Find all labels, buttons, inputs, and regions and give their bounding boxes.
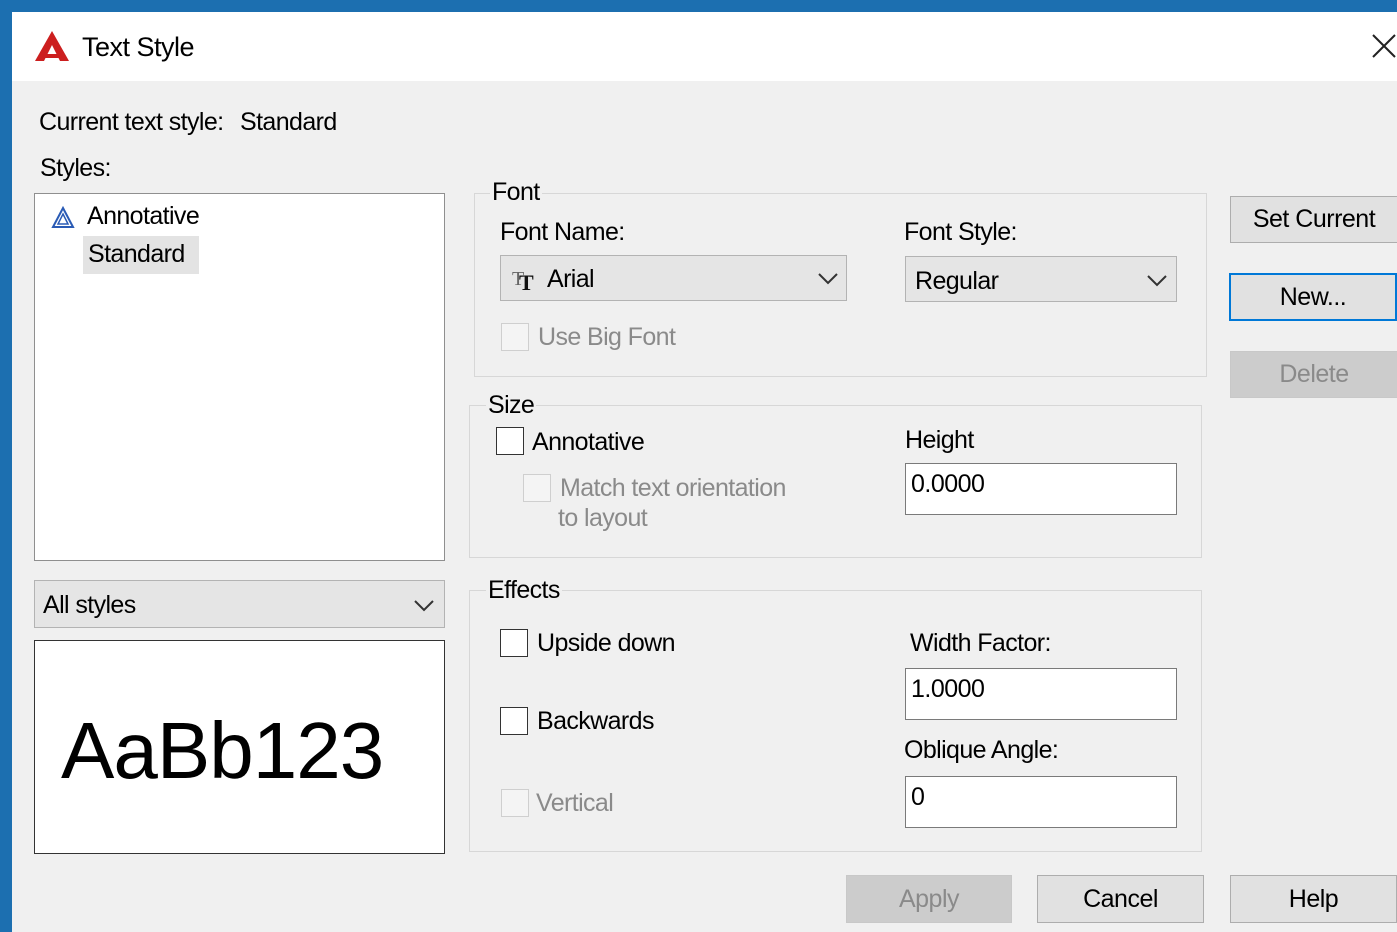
height-input[interactable]: 0.0000 (905, 463, 1177, 515)
apply-button[interactable]: Apply (846, 875, 1012, 923)
window-title: Text Style (82, 32, 195, 62)
match-orientation-checkbox[interactable] (523, 474, 551, 502)
size-group-legend: Size (486, 391, 537, 420)
oblique-angle-label: Oblique Angle: (904, 736, 1059, 764)
use-big-font-label: Use Big Font (538, 323, 676, 351)
new-style-button[interactable]: New... (1229, 273, 1397, 321)
svg-text:T: T (519, 270, 534, 293)
styles-list[interactable]: Annotative Standard (34, 193, 445, 561)
cancel-button[interactable]: Cancel (1037, 875, 1204, 923)
annotative-checkbox[interactable] (496, 427, 524, 455)
autocad-logo-icon (34, 30, 70, 62)
style-preview: AaBb123 (34, 640, 445, 854)
font-group-legend: Font (490, 178, 542, 207)
chevron-down-icon (817, 272, 839, 286)
help-button[interactable]: Help (1230, 875, 1397, 923)
oblique-angle-input[interactable]: 0 (905, 776, 1177, 828)
font-name-select[interactable]: T T Arial (500, 255, 847, 301)
backwards-label: Backwards (537, 707, 654, 735)
width-factor-input[interactable]: 1.0000 (905, 668, 1177, 720)
close-icon[interactable] (1370, 32, 1397, 60)
list-item-label: Annotative (87, 202, 200, 230)
upside-down-checkbox[interactable] (500, 629, 528, 657)
text-style-dialog: Text Style Current text style: Standard … (12, 12, 1397, 932)
preview-text: AaBb123 (61, 706, 384, 795)
match-orientation-label-line2: to layout (558, 504, 648, 532)
backwards-checkbox[interactable] (500, 707, 528, 735)
vertical-label: Vertical (536, 789, 614, 817)
font-style-select[interactable]: Regular (905, 256, 1177, 302)
use-big-font-checkbox[interactable] (501, 323, 529, 351)
match-orientation-label-line1: Match text orientation (560, 474, 786, 502)
truetype-font-icon: T T (511, 265, 541, 295)
chevron-down-icon (413, 599, 435, 613)
styles-filter-value: All styles (43, 591, 136, 619)
annotative-label: Annotative (532, 428, 645, 456)
annotative-icon (51, 205, 75, 230)
current-style-value: Standard (240, 108, 337, 136)
font-name-value: Arial (547, 265, 595, 293)
font-style-value: Regular (915, 267, 999, 295)
set-current-button[interactable]: Set Current (1230, 196, 1397, 243)
list-item[interactable]: Standard (83, 236, 199, 274)
font-name-label: Font Name: (500, 218, 625, 246)
vertical-checkbox[interactable] (501, 789, 529, 817)
width-factor-label: Width Factor: (910, 629, 1051, 657)
font-style-label: Font Style: (904, 218, 1018, 246)
upside-down-label: Upside down (537, 629, 676, 657)
styles-filter-select[interactable]: All styles (34, 580, 445, 628)
delete-button[interactable]: Delete (1230, 351, 1397, 398)
list-item[interactable]: Annotative (49, 202, 249, 236)
current-style-label: Current text style: (39, 108, 224, 136)
height-label: Height (905, 426, 974, 454)
title-bar[interactable]: Text Style (12, 12, 1397, 81)
chevron-down-icon (1146, 274, 1168, 288)
styles-label: Styles: (40, 154, 111, 182)
effects-group-legend: Effects (486, 576, 562, 605)
list-item-label: Standard (88, 240, 185, 268)
